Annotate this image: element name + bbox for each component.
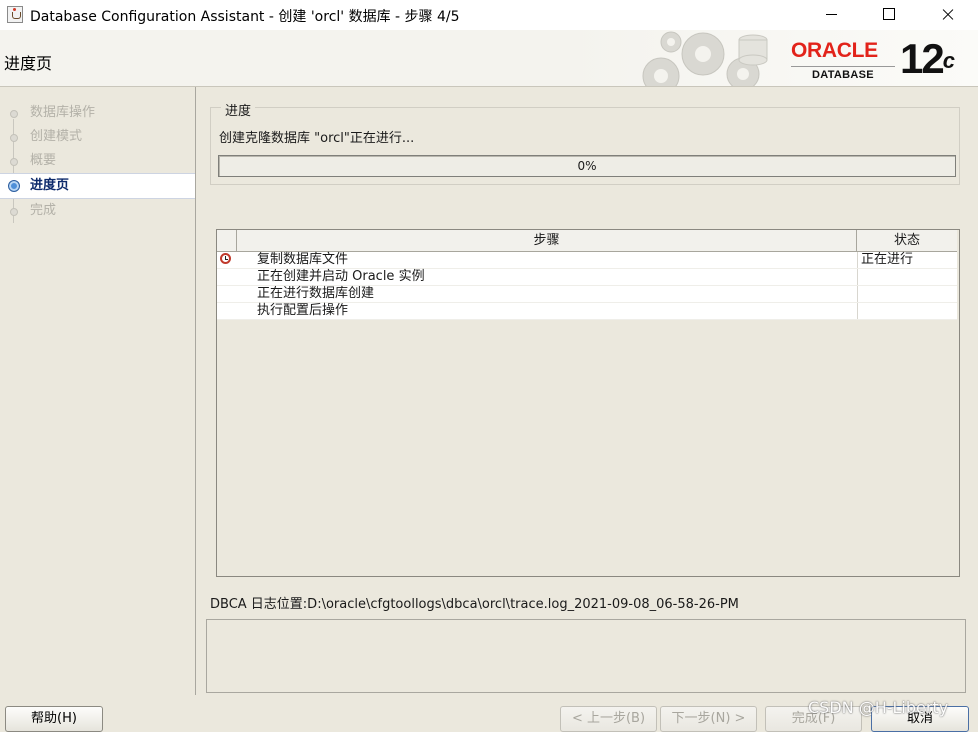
watermark-text: CSDN @H-Liberty: [808, 698, 949, 717]
wizard-step-label: 数据库操作: [30, 105, 96, 120]
help-button[interactable]: 帮助(H): [5, 706, 103, 732]
progress-percent-text: 0%: [577, 159, 597, 173]
row-icon-cell: [217, 286, 237, 302]
main-content: 进度 创建克隆数据库 "orcl"正在进行... 0% 步骤 状态 复制数据库文…: [196, 87, 978, 695]
close-button[interactable]: [925, 0, 971, 30]
window-title: Database Configuration Assistant - 创建 'o…: [30, 9, 460, 25]
step-current-dot-icon: [8, 180, 20, 192]
wizard-step-summary: 概要: [0, 149, 195, 173]
row-step-cell: 正在进行数据库创建: [257, 286, 375, 301]
details-text-area[interactable]: [206, 619, 966, 693]
page-title: 进度页: [4, 54, 53, 73]
wizard-step-finish: 完成: [0, 199, 195, 223]
row-icon-cell: [217, 252, 237, 268]
gears-decoration-icon: [642, 31, 768, 86]
database-product-text: DATABASE: [791, 66, 895, 81]
step-done-dot-icon: [10, 110, 18, 118]
next-button[interactable]: 下一步(N) >: [660, 706, 757, 732]
progress-group-label: 进度: [221, 100, 256, 119]
row-status-cell: [857, 269, 957, 285]
oracle-logo: ORACLE DATABASE: [791, 40, 895, 81]
wizard-step-progress-page: 进度页: [0, 173, 195, 199]
wizard-step-label: 完成: [30, 203, 57, 218]
icon-column-header[interactable]: [217, 230, 237, 252]
row-step-cell: 执行配置后操作: [257, 303, 349, 318]
wizard-footer: 帮助(H) < 上一步(B) 下一步(N) > 完成(F) 取消 CSDN @H…: [0, 696, 978, 732]
table-row[interactable]: 正在创建并启动 Oracle 实例: [217, 269, 957, 286]
version-badge: 12c: [900, 34, 955, 84]
progress-status-message: 创建克隆数据库 "orcl"正在进行...: [219, 131, 415, 146]
step-column-header[interactable]: 步骤: [237, 230, 857, 252]
title-bar: Database Configuration Assistant - 创建 'o…: [0, 0, 978, 30]
version-number: 12: [900, 35, 945, 82]
java-app-icon: [7, 6, 23, 23]
back-button[interactable]: < 上一步(B): [560, 706, 657, 732]
row-step-cell: 复制数据库文件: [257, 252, 349, 267]
wizard-step-label: 概要: [30, 153, 57, 168]
steps-table-body: 复制数据库文件 正在进行 正在创建并启动 Oracle 实例 正在进行数据库创建…: [217, 252, 957, 320]
row-status-cell: [857, 286, 957, 302]
step-done-dot-icon: [10, 134, 18, 142]
clock-icon: [220, 253, 231, 264]
wizard-step-label: 进度页: [30, 178, 70, 193]
page-header: 进度页 ORACLE DATABASE 12c: [0, 30, 978, 87]
oracle-brand-text: ORACLE: [791, 39, 878, 62]
minimize-button[interactable]: [813, 0, 859, 30]
status-column-header[interactable]: 状态: [857, 230, 957, 252]
row-status-cell: 正在进行: [857, 252, 957, 268]
progress-bar: 0%: [218, 155, 956, 177]
wizard-step-database-operation: 数据库操作: [0, 101, 195, 125]
wizard-step-label: 创建模式: [30, 129, 83, 144]
version-suffix: c: [942, 48, 955, 73]
steps-table: 步骤 状态 复制数据库文件 正在进行 正在创建并启动 Oracle 实例 正在进…: [216, 229, 960, 577]
table-row[interactable]: 正在进行数据库创建: [217, 286, 957, 303]
wizard-step-creation-mode: 创建模式: [0, 125, 195, 149]
row-status-cell: [857, 303, 957, 319]
maximize-button[interactable]: [866, 0, 912, 30]
log-location-text: DBCA 日志位置:D:\oracle\cfgtoollogs\dbca\orc…: [210, 597, 739, 612]
row-step-cell: 正在创建并启动 Oracle 实例: [257, 269, 425, 284]
table-row[interactable]: 复制数据库文件 正在进行: [217, 252, 957, 269]
wizard-steps-list: 数据库操作 创建模式 概要 进度页 完成: [0, 101, 195, 223]
table-row[interactable]: 执行配置后操作: [217, 303, 957, 320]
steps-table-header: 步骤 状态: [217, 230, 957, 252]
step-done-dot-icon: [10, 158, 18, 166]
row-icon-cell: [217, 269, 237, 285]
row-icon-cell: [217, 303, 237, 319]
progress-group: 进度 创建克隆数据库 "orcl"正在进行... 0%: [210, 100, 960, 185]
step-pending-dot-icon: [10, 208, 18, 216]
wizard-steps-sidebar: 数据库操作 创建模式 概要 进度页 完成: [0, 87, 196, 695]
